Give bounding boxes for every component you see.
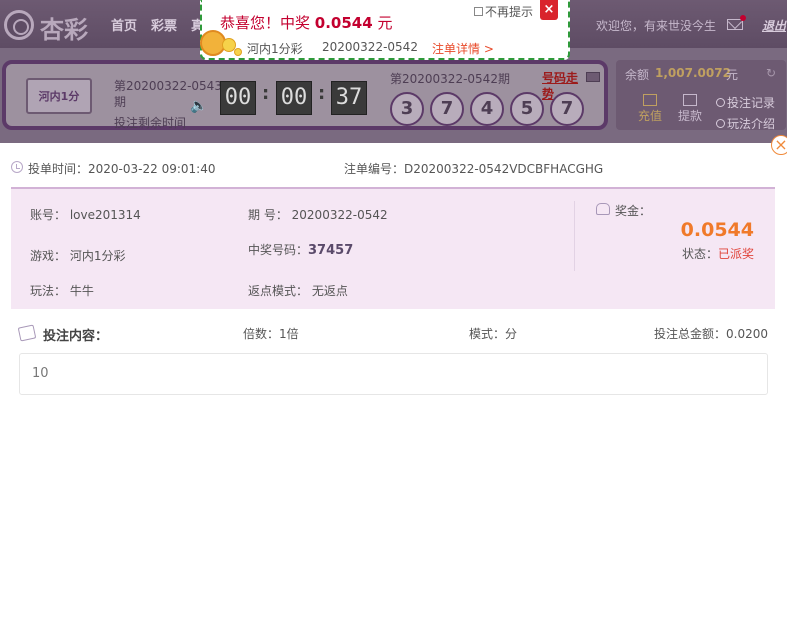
- result-ball: 7: [550, 92, 584, 126]
- bet-detail-modal: × 投单时间：2020-03-22 09:01:40 注单编号：D2020032…: [0, 135, 787, 623]
- status-value: 已派奖: [717, 247, 754, 261]
- result-ball: 4: [470, 92, 504, 126]
- bet-time-value: 2020-03-22 09:01:40: [88, 162, 216, 176]
- coin-icon: [234, 48, 242, 56]
- site-logo[interactable]: 杏彩: [4, 8, 94, 44]
- deposit-icon: [643, 94, 657, 106]
- status-label: 状态：: [681, 247, 718, 261]
- bet-content-label: 投注内容：: [43, 329, 109, 344]
- order-detail-link[interactable]: 注单详情 >: [432, 40, 494, 57]
- balance-panel: 余额 1,007.0072 元 ↻ 充值 提款 投注记录 玩法介绍: [616, 60, 786, 132]
- result-ball: 7: [430, 92, 464, 126]
- current-issue: 第20200322-0543期: [114, 79, 222, 109]
- win-amount: 0.0544: [314, 14, 373, 32]
- clock-icon: [11, 161, 23, 173]
- status: 状态：已派奖: [611, 245, 754, 262]
- checkbox-icon: [474, 7, 483, 16]
- result-ball: 3: [390, 92, 424, 126]
- multiplier: 倍数：1倍: [243, 327, 299, 341]
- game-bar: 河内1分 第20200322-0543期 🔈 投注剩余时间 00 : 00 : …: [0, 48, 787, 143]
- countdown-colon: :: [318, 83, 326, 104]
- issue-value: 20200322-0542: [291, 208, 388, 222]
- countdown-minutes: 00: [276, 81, 312, 115]
- play-value: 牛牛: [69, 284, 94, 298]
- last-issue: 第20200322-0542期: [390, 72, 510, 86]
- unread-dot: [740, 15, 746, 21]
- prize-amount: 0.0544: [680, 219, 754, 241]
- money-bag-icon: [596, 203, 610, 215]
- game-value: 河内1分彩: [69, 249, 126, 263]
- welcome-text: 欢迎您，有来世没今生: [596, 19, 717, 33]
- chart-icon[interactable]: [586, 72, 600, 82]
- win-notification: 恭喜您！中奖 0.0544 元 不再提示 × 河内1分彩 20200322-05…: [200, 0, 570, 60]
- win-game: 河内1分彩: [247, 42, 303, 56]
- nav-item-lottery[interactable]: 彩票: [151, 15, 177, 34]
- withdraw-button[interactable]: 提款: [673, 94, 707, 124]
- game-panel: 河内1分 第20200322-0543期 🔈 投注剩余时间 00 : 00 : …: [2, 60, 608, 130]
- win-title: 恭喜您！中奖 0.0544 元: [220, 12, 392, 33]
- account-value: love201314: [69, 208, 141, 222]
- balance-amount: 1,007.0072: [655, 66, 731, 80]
- bet-ticket-icon: [17, 324, 37, 342]
- rebate-field: 返点模式： 无返点: [248, 282, 348, 299]
- play-field: 玩法： 牛牛: [30, 282, 94, 299]
- rebate-value: 无返点: [311, 284, 348, 298]
- result-ball: 5: [510, 92, 544, 126]
- deposit-label: 充值: [637, 109, 662, 123]
- bet-total: 投注总金额：0.0200: [654, 327, 768, 341]
- game-field: 游戏： 河内1分彩: [30, 247, 125, 264]
- account-label: 账号：: [30, 208, 67, 222]
- win-issue: 20200322-0542: [322, 40, 418, 54]
- withdraw-label: 提款: [677, 109, 702, 123]
- win-number-field: 中奖号码：37457: [248, 241, 353, 258]
- no-remind-label: 不再提示: [485, 5, 534, 19]
- logout-link[interactable]: 退出: [762, 17, 786, 34]
- speaker-icon[interactable]: 🔈: [190, 98, 207, 114]
- play-label: 玩法：: [30, 284, 67, 298]
- deposit-button[interactable]: 充值: [633, 94, 667, 124]
- order-number: 注单编号：D20200322-0542VDCBFHACGHG: [344, 160, 603, 177]
- bet-record-label: 投注记录: [727, 96, 776, 110]
- order-number-value: D20200322-0542VDCBFHACGHG: [404, 162, 604, 176]
- bet-time: 投单时间：2020-03-22 09:01:40: [28, 160, 215, 177]
- countdown-label: 投注剩余时间: [114, 116, 187, 130]
- balance-unit: 元: [726, 68, 739, 82]
- logo-icon: [4, 10, 34, 40]
- game-label: 游戏：: [30, 249, 67, 263]
- game-logo: 河内1分: [26, 78, 92, 114]
- bet-time-label: 投单时间：: [28, 162, 89, 176]
- logo-text: 杏彩: [40, 15, 88, 44]
- no-remind-checkbox[interactable]: 不再提示: [474, 3, 533, 20]
- close-icon[interactable]: ×: [771, 135, 787, 155]
- close-icon[interactable]: ×: [540, 0, 558, 20]
- rebate-label: 返点模式：: [248, 284, 309, 298]
- countdown-hours: 00: [220, 81, 256, 115]
- withdraw-icon: [683, 94, 697, 106]
- play-intro-label: 玩法介绍: [727, 117, 776, 131]
- order-number-label: 注单编号：: [344, 162, 405, 176]
- mode: 模式：分: [469, 327, 518, 341]
- main-nav: 首页 彩票 真: [111, 15, 204, 34]
- balance-label: 余额: [625, 68, 650, 82]
- win-unit: 元: [372, 14, 393, 32]
- clock-icon: [716, 98, 725, 107]
- divider: [574, 201, 575, 271]
- issue-field: 期 号： 20200322-0542: [248, 206, 388, 223]
- win-prefix: 恭喜您！中奖: [220, 14, 315, 32]
- help-icon: [716, 119, 725, 128]
- nav-item-home[interactable]: 首页: [111, 15, 137, 34]
- play-intro-link[interactable]: 玩法介绍: [716, 115, 775, 132]
- bet-content-box: 10: [19, 353, 768, 395]
- countdown-seconds: 37: [331, 81, 367, 115]
- issue-label: 期 号：: [248, 208, 288, 222]
- account-field: 账号： love201314: [30, 206, 141, 223]
- bet-info-box: 账号： love201314 期 号： 20200322-0542 游戏： 河内…: [11, 187, 775, 309]
- win-number-label: 中奖号码：: [248, 243, 309, 257]
- countdown-colon: :: [262, 83, 270, 104]
- bet-record-link[interactable]: 投注记录: [716, 94, 775, 111]
- refresh-icon[interactable]: ↻: [766, 66, 776, 80]
- prize-label: 奖金：: [615, 204, 652, 218]
- win-number-value: 37457: [308, 243, 354, 258]
